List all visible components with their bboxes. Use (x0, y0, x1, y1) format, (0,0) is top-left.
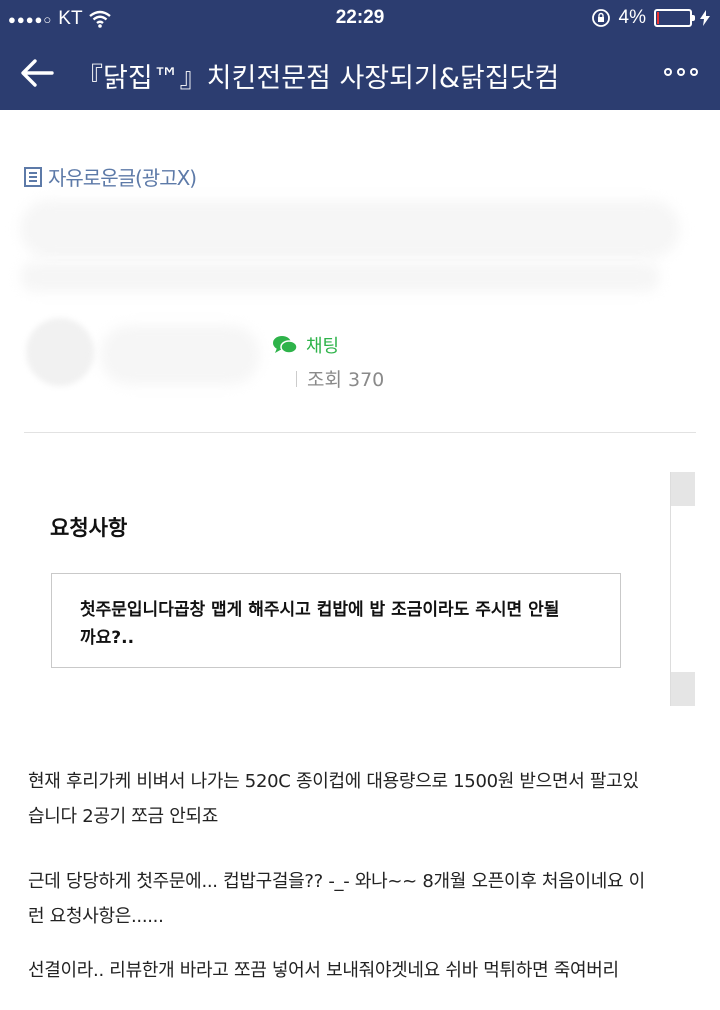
paragraph-1: 현재 후리가케 비벼서 나가는 520C 종이컵에 대용량으로 1500원 받으… (28, 764, 708, 834)
battery-icon (654, 9, 695, 27)
board-name: 자유로운글(광고X) (48, 166, 197, 190)
paragraph-1-line2: 습니다 2공기 쪼금 안되죠 (28, 806, 219, 827)
request-heading: 요청사항 (50, 516, 128, 540)
list-icon (24, 166, 42, 187)
orientation-lock-icon (591, 9, 610, 27)
request-text-line2: 까요?.. (80, 628, 135, 648)
cafe-title: 『닭집™』치킨전문점 사장되기&닭집닷컴 (76, 63, 560, 94)
status-right: 4% (591, 7, 710, 29)
request-text-line1: 첫주문입니다곱창 맵게 해주시고 컵밥에 밥 조금이라도 주시면 안될 (80, 600, 560, 620)
more-options-icon[interactable] (664, 68, 698, 76)
views-label: 조회 370 (307, 369, 385, 391)
paragraph-2-line1: 근데 당당하게 첫주문에... 컵밥구걸을?? -_- 와나~~ 8개월 오픈이… (28, 871, 645, 892)
view-count: 조회 370 (296, 365, 384, 392)
redacted-title (20, 200, 680, 258)
request-box: 첫주문입니다곱창 맵게 해주시고 컵밥에 밥 조금이라도 주시면 안될 까요?.… (51, 573, 621, 668)
embedded-scrollbar[interactable] (670, 472, 695, 706)
redacted-author (100, 325, 260, 385)
redacted-subtitle (20, 262, 660, 292)
chat-bubble-icon (273, 336, 298, 354)
separator (296, 370, 297, 387)
paragraph-2-line2: 런 요청사항은...... (28, 906, 164, 927)
paragraph-2: 근데 당당하게 첫주문에... 컵밥구걸을?? -_- 와나~~ 8개월 오픈이… (28, 864, 708, 934)
board-link[interactable]: 자유로운글(광고X) (24, 162, 197, 191)
paragraph-3: 선결이라.. 리뷰한개 바라고 쪼끔 넣어서 보내줘야겟네요 쉬바 먹튀하면 죽… (28, 953, 708, 988)
charging-bolt-icon (700, 10, 710, 26)
chat-label: 채팅 (306, 336, 340, 357)
header-divider (24, 432, 696, 433)
app-bar: 『닭집™』치킨전문점 사장되기&닭집닷컴 (0, 36, 720, 110)
status-bar: ●●●●○ KT 22:29 4% (0, 0, 720, 36)
back-arrow-icon[interactable] (18, 54, 56, 92)
battery-percent: 4% (618, 7, 646, 28)
chat-button[interactable]: 채팅 (272, 332, 339, 358)
avatar[interactable] (26, 318, 94, 386)
paragraph-3-line1: 선결이라.. 리뷰한개 바라고 쪼끔 넣어서 보내줘야겟네요 쉬바 먹튀하면 죽… (28, 960, 619, 981)
paragraph-1-line1: 현재 후리가케 비벼서 나가는 520C 종이컵에 대용량으로 1500원 받으… (28, 771, 639, 792)
